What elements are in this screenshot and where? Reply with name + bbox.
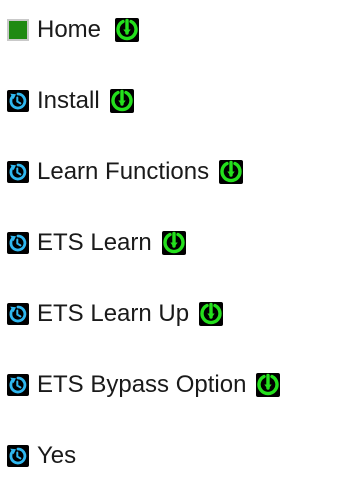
down-arrow-icon[interactable]: [199, 302, 224, 326]
cycle-arrow-icon: [7, 232, 29, 254]
cycle-arrow-icon: [7, 161, 29, 183]
nav-item-yes[interactable]: Yes: [7, 442, 76, 470]
cycle-arrow-icon: [7, 374, 29, 396]
down-arrow-icon[interactable]: [161, 231, 186, 255]
nav-item-label: Yes: [37, 442, 77, 469]
down-arrow-icon[interactable]: [256, 373, 281, 397]
cycle-arrow-icon: [7, 445, 29, 467]
nav-item-label: Home: [37, 16, 102, 43]
cycle-arrow-icon: [7, 303, 29, 325]
nav-item-label: ETS Learn Up: [37, 300, 190, 327]
down-arrow-icon[interactable]: [219, 160, 244, 184]
nav-item-learn-functions[interactable]: Learn Functions: [7, 158, 244, 186]
nav-item-label: ETS Bypass Option: [37, 371, 247, 398]
down-arrow-icon[interactable]: [115, 18, 140, 42]
nav-item-ets-bypass-option[interactable]: ETS Bypass Option: [7, 371, 281, 399]
down-arrow-icon[interactable]: [109, 89, 134, 113]
nav-item-label: Learn Functions: [37, 158, 210, 185]
nav-item-ets-learn-up[interactable]: ETS Learn Up: [7, 300, 224, 328]
cycle-arrow-icon: [7, 90, 29, 112]
nav-item-ets-learn[interactable]: ETS Learn: [7, 229, 186, 257]
nav-item-install[interactable]: Install: [7, 87, 134, 115]
nav-item-home[interactable]: Home: [7, 16, 140, 44]
nav-item-label: Install: [37, 87, 100, 114]
nav-item-label: ETS Learn: [37, 229, 152, 256]
home-square-icon: [7, 19, 29, 41]
